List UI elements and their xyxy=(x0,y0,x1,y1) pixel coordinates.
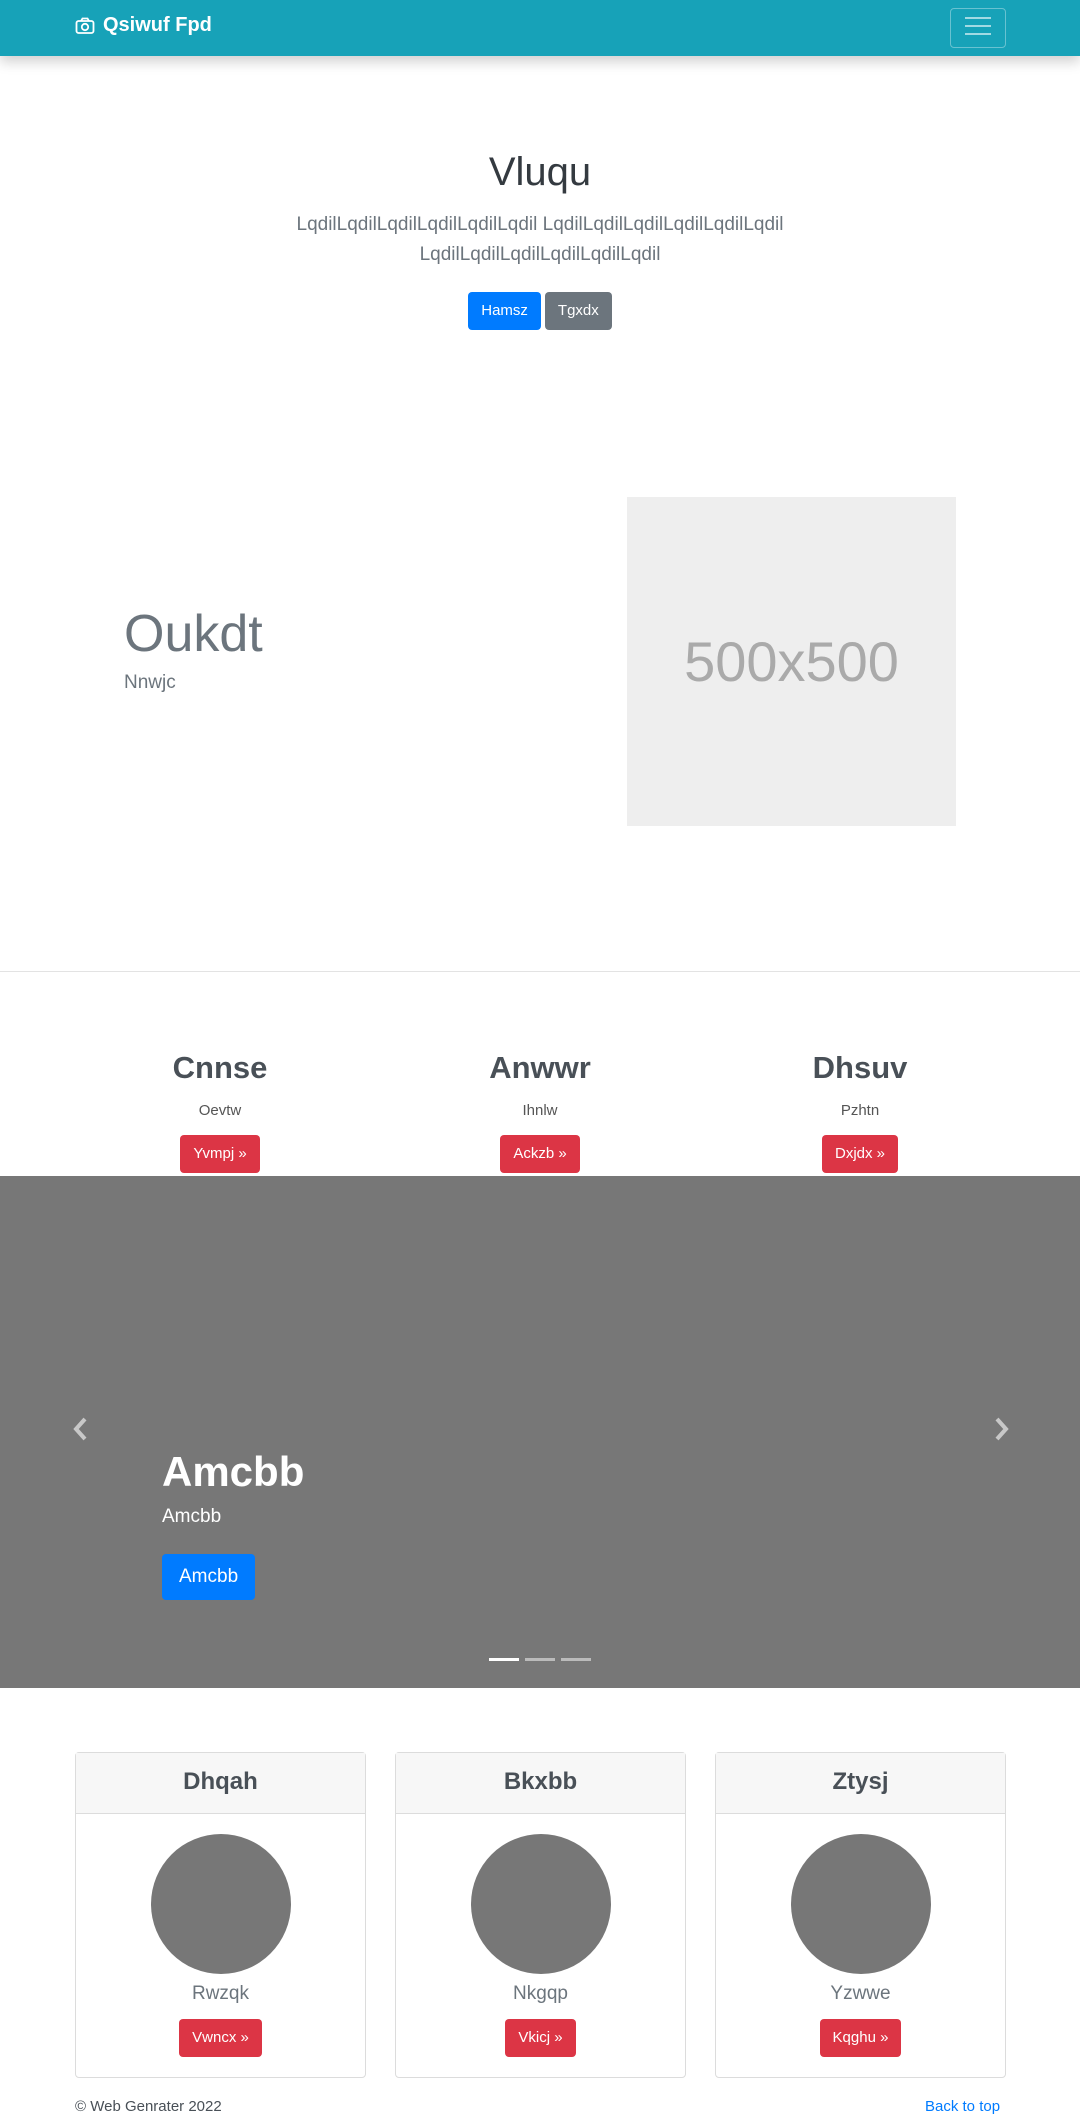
avatar xyxy=(470,1834,611,1974)
card-button[interactable]: Kqghu » xyxy=(819,2019,902,2057)
navbar-toggle-button[interactable] xyxy=(950,8,1006,48)
brand-link[interactable]: Qsiwuf Fpd xyxy=(75,14,212,37)
card-header: Dhqah xyxy=(76,1753,365,1814)
card-text: Rwzqk xyxy=(191,1983,249,2004)
card-header: Bkxbb xyxy=(396,1753,685,1814)
card-text: Nkgqp xyxy=(513,1983,568,2004)
carousel-indicators xyxy=(489,1658,597,1661)
navbar: Qsiwuf Fpd xyxy=(0,0,1080,56)
card-3: Ztysj Yzwwe Kqghu » xyxy=(715,1752,1006,2078)
chevron-right-icon xyxy=(990,1417,1012,1446)
column-text: Pzhtn xyxy=(840,1102,880,1119)
carousel-prev-button[interactable] xyxy=(70,1416,92,1447)
hero-lead-text: LqdilLqdilLqdilLqdilLqdilLqdil LqdilLqdi… xyxy=(296,214,784,265)
feature-subheading: Nnwjc xyxy=(124,672,176,693)
back-to-top-link[interactable]: Back to top xyxy=(925,2098,1000,2115)
brand-name: Qsiwuf Fpd xyxy=(103,14,212,36)
card-button[interactable]: Vwncx » xyxy=(179,2019,262,2057)
column-text: Oevtw xyxy=(198,1102,242,1119)
feature-heading: Oukdt xyxy=(124,605,263,663)
card-1: Dhqah Rwzqk Vwncx » xyxy=(75,1752,366,2078)
column-title: Cnnse xyxy=(172,1050,268,1085)
column-2: Anwwr Ihnlw Ackzb » xyxy=(440,1050,640,1173)
footer-copyright: © Web Genrater 2022 xyxy=(75,2098,222,2115)
carousel-caption-title: Amcbb xyxy=(162,1448,305,1495)
carousel-next-button[interactable] xyxy=(990,1416,1012,1447)
placeholder-label: 500x500 xyxy=(684,630,899,693)
column-text: Ihnlw xyxy=(522,1102,558,1119)
column-button[interactable]: Yvmpj » xyxy=(180,1135,260,1173)
carousel-caption-button[interactable]: Amcbb xyxy=(162,1554,256,1600)
feature-image-placeholder: 500x500 xyxy=(627,497,956,826)
hamburger-menu-icon xyxy=(963,15,993,42)
carousel-indicator-2[interactable] xyxy=(525,1658,555,1661)
card-header: Ztysj xyxy=(716,1753,1005,1814)
section-divider xyxy=(0,971,1080,972)
column-3: Dhsuv Pzhtn Dxjdx » xyxy=(760,1050,960,1173)
carousel-indicator-1[interactable] xyxy=(489,1658,519,1661)
carousel-indicator-3[interactable] xyxy=(561,1658,591,1661)
camera-icon xyxy=(75,16,95,36)
carousel: Amcbb Amcbb Amcbb xyxy=(0,1176,1080,1688)
hero-secondary-button[interactable]: Tgxdx xyxy=(544,292,612,330)
column-title: Anwwr xyxy=(489,1050,591,1085)
column-button[interactable]: Dxjdx » xyxy=(821,1135,899,1173)
column-title: Dhsuv xyxy=(812,1050,908,1085)
card-2: Bkxbb Nkgqp Vkicj » xyxy=(395,1752,686,2078)
hero-title: Vluqu xyxy=(488,150,592,194)
avatar xyxy=(790,1834,931,1974)
column-button[interactable]: Ackzb » xyxy=(500,1135,580,1173)
hero-primary-button[interactable]: Hamsz xyxy=(468,292,541,330)
card-button[interactable]: Vkicj » xyxy=(505,2019,576,2057)
avatar xyxy=(150,1834,291,1974)
hero-buttons: Hamsz Tgxdx xyxy=(0,292,1080,330)
card-text: Yzwwe xyxy=(830,1983,891,2004)
column-1: Cnnse Oevtw Yvmpj » xyxy=(120,1050,320,1173)
carousel-caption-text: Amcbb xyxy=(162,1506,222,1527)
chevron-left-icon xyxy=(70,1417,92,1446)
